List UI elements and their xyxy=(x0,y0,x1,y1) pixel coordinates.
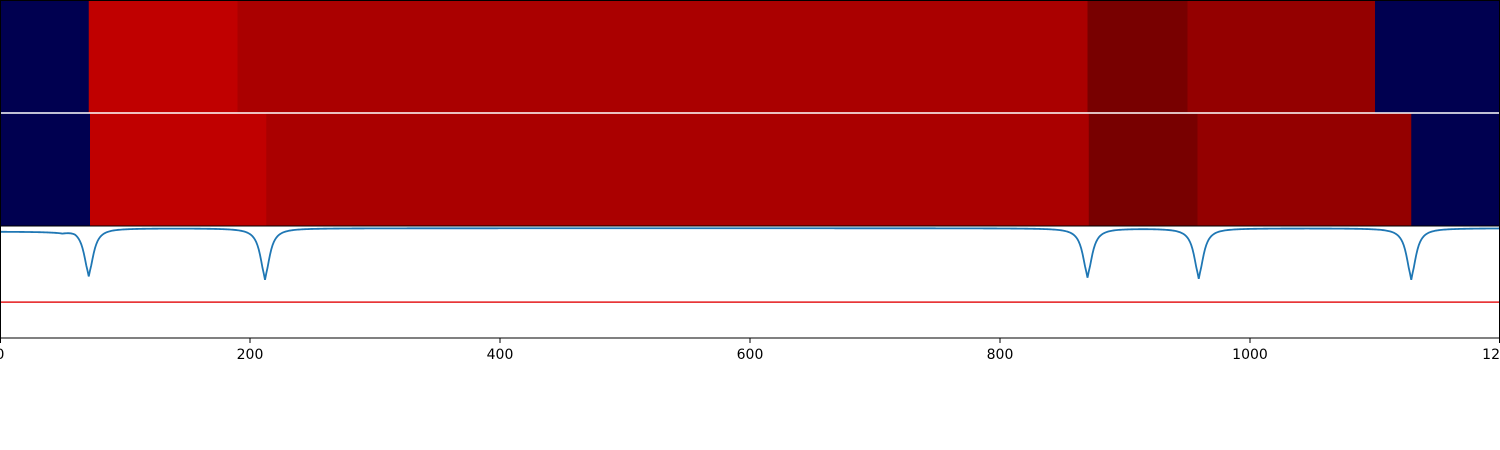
segmentation-chart: 0 200 400 600 800 1000 1200 xyxy=(0,0,1500,363)
x-tick-label: 1200 xyxy=(1482,347,1500,363)
segment-bar xyxy=(1187,0,1376,113)
segment-bar xyxy=(237,0,1088,113)
x-axis: 0 200 400 600 800 1000 1200 xyxy=(0,338,1500,363)
x-tick-label: 200 xyxy=(237,347,264,363)
segment-track-2 xyxy=(0,113,1500,226)
segment-bar xyxy=(1375,0,1500,113)
segment-bar xyxy=(1411,113,1500,226)
signal-background xyxy=(0,226,1500,338)
segment-track-1 xyxy=(0,0,1500,113)
segment-bar xyxy=(1087,0,1188,113)
segment-bar xyxy=(0,0,90,113)
segment-bar xyxy=(1088,113,1198,226)
segment-bar xyxy=(266,113,1090,226)
x-tick-label: 0 xyxy=(0,347,4,363)
x-tick-label: 400 xyxy=(487,347,514,363)
segment-bar xyxy=(90,113,267,226)
x-tick-label: 1000 xyxy=(1232,347,1268,363)
segment-bar xyxy=(1197,113,1412,226)
segment-bar xyxy=(0,113,91,226)
segment-bar xyxy=(88,0,238,113)
x-tick-label: 600 xyxy=(737,347,764,363)
x-tick-label: 800 xyxy=(987,347,1014,363)
